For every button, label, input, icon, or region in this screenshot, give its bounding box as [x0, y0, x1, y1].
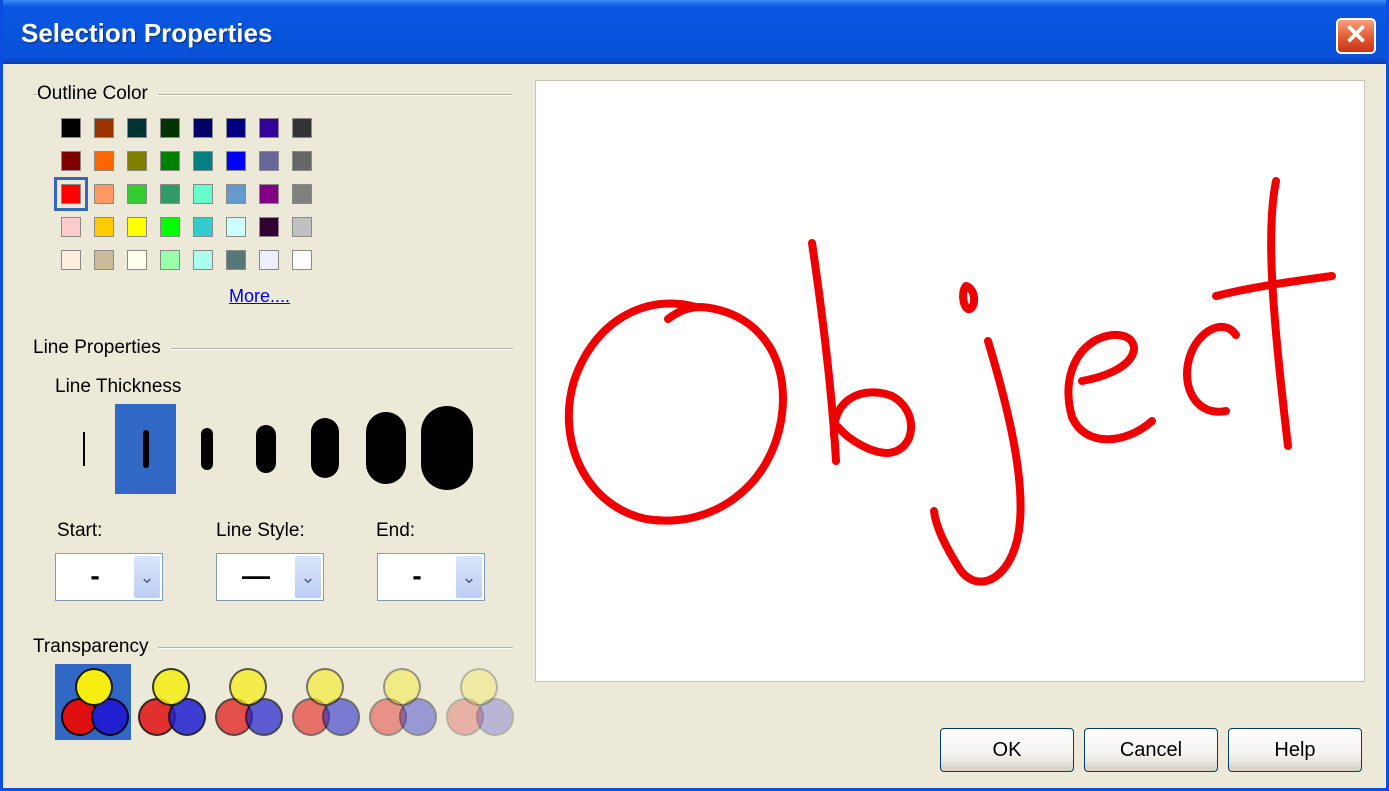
end-cap-value: - [412, 560, 422, 591]
color-swatch[interactable] [127, 184, 147, 204]
ink-letter-e [1064, 330, 1156, 444]
chevron-down-icon[interactable]: ⌄ [456, 556, 482, 598]
color-swatch[interactable] [292, 184, 312, 204]
color-swatch[interactable] [160, 151, 180, 171]
color-swatch[interactable] [259, 151, 279, 171]
transparency-option[interactable] [440, 664, 516, 740]
more-colors-link[interactable]: More.... [229, 286, 290, 307]
line-thickness-label: Line Thickness [55, 376, 182, 397]
color-swatch[interactable] [193, 184, 213, 204]
color-swatch[interactable] [259, 118, 279, 138]
thickness-option-1[interactable] [83, 432, 85, 466]
ink-object-drawing [564, 177, 1336, 586]
line-style-dropdown[interactable]: — ⌄ [216, 553, 324, 601]
color-swatch[interactable] [292, 151, 312, 171]
transparency-circle-icon [229, 668, 267, 706]
thickness-option-5[interactable] [311, 418, 339, 478]
color-swatch[interactable] [193, 151, 213, 171]
transparency-option[interactable] [286, 664, 362, 740]
thickness-option-2[interactable] [143, 430, 149, 468]
thickness-option-6[interactable] [366, 412, 406, 484]
end-label: End: [376, 520, 416, 541]
ink-letter-j [930, 337, 1025, 586]
color-swatch[interactable] [94, 151, 114, 171]
line-style-value: — [242, 560, 270, 591]
close-button[interactable]: ✕ [1336, 18, 1376, 54]
color-swatch[interactable] [61, 250, 81, 270]
end-cap-dropdown[interactable]: - ⌄ [377, 553, 485, 601]
chevron-down-icon[interactable]: ⌄ [295, 556, 321, 598]
transparency-circle-icon [383, 668, 421, 706]
transparency-label: Transparency [33, 636, 159, 658]
color-swatch[interactable] [160, 250, 180, 270]
color-swatch[interactable] [61, 151, 81, 171]
color-swatch[interactable] [259, 250, 279, 270]
color-swatch[interactable] [94, 184, 114, 204]
start-label: Start: [57, 520, 103, 541]
transparency-circle-icon [306, 668, 344, 706]
transparency-option[interactable] [363, 664, 439, 740]
transparency-option[interactable] [132, 664, 208, 740]
ok-button[interactable]: OK [940, 728, 1074, 772]
start-cap-value: - [90, 560, 100, 591]
color-swatch[interactable] [127, 151, 147, 171]
ink-letter-o [564, 299, 787, 525]
color-swatch[interactable] [193, 217, 213, 237]
ink-letter-t [1212, 177, 1336, 450]
cancel-button[interactable]: Cancel [1084, 728, 1218, 772]
ink-letter-j-dot [959, 282, 979, 313]
color-swatch[interactable] [292, 250, 312, 270]
line-properties-label: Line Properties [33, 337, 171, 359]
color-swatch[interactable] [226, 118, 246, 138]
color-swatch[interactable] [226, 217, 246, 237]
transparency-circle-icon [75, 668, 113, 706]
dialog-title: Selection Properties [21, 18, 273, 48]
thickness-option-7[interactable] [421, 406, 473, 490]
color-swatch[interactable] [292, 217, 312, 237]
color-swatch[interactable] [127, 118, 147, 138]
color-swatch[interactable] [94, 250, 114, 270]
color-swatch[interactable] [61, 118, 81, 138]
color-swatch[interactable] [94, 118, 114, 138]
ink-letter-c [1183, 322, 1240, 416]
line-style-label: Line Style: [216, 520, 305, 541]
color-swatch[interactable] [160, 118, 180, 138]
selection-properties-dialog: Selection Properties ✕ Outline Color Mor… [0, 0, 1389, 791]
ink-letter-b [808, 239, 916, 465]
transparency-option[interactable] [209, 664, 285, 740]
transparency-option[interactable] [55, 664, 131, 740]
ink-preview-canvas [535, 80, 1365, 682]
color-swatch[interactable] [226, 151, 246, 171]
title-bar: Selection Properties ✕ [3, 0, 1386, 64]
color-swatch[interactable] [292, 118, 312, 138]
color-swatch[interactable] [193, 118, 213, 138]
color-swatch[interactable] [193, 250, 213, 270]
color-swatch[interactable] [54, 177, 88, 211]
thickness-option-4[interactable] [256, 425, 276, 473]
color-swatch[interactable] [259, 184, 279, 204]
color-swatch[interactable] [127, 217, 147, 237]
color-swatch[interactable] [259, 217, 279, 237]
start-cap-dropdown[interactable]: - ⌄ [55, 553, 163, 601]
color-swatch[interactable] [61, 217, 81, 237]
color-swatch[interactable] [226, 184, 246, 204]
color-swatch[interactable] [94, 217, 114, 237]
color-swatch[interactable] [160, 184, 180, 204]
color-swatch[interactable] [127, 250, 147, 270]
transparency-circle-icon [152, 668, 190, 706]
thickness-option-3[interactable] [201, 428, 213, 470]
transparency-circle-icon [460, 668, 498, 706]
close-icon: ✕ [1344, 19, 1368, 50]
color-swatch[interactable] [226, 250, 246, 270]
chevron-down-icon[interactable]: ⌄ [134, 556, 160, 598]
color-swatch[interactable] [160, 217, 180, 237]
help-button[interactable]: Help [1228, 728, 1362, 772]
outline-color-label: Outline Color [37, 83, 158, 105]
